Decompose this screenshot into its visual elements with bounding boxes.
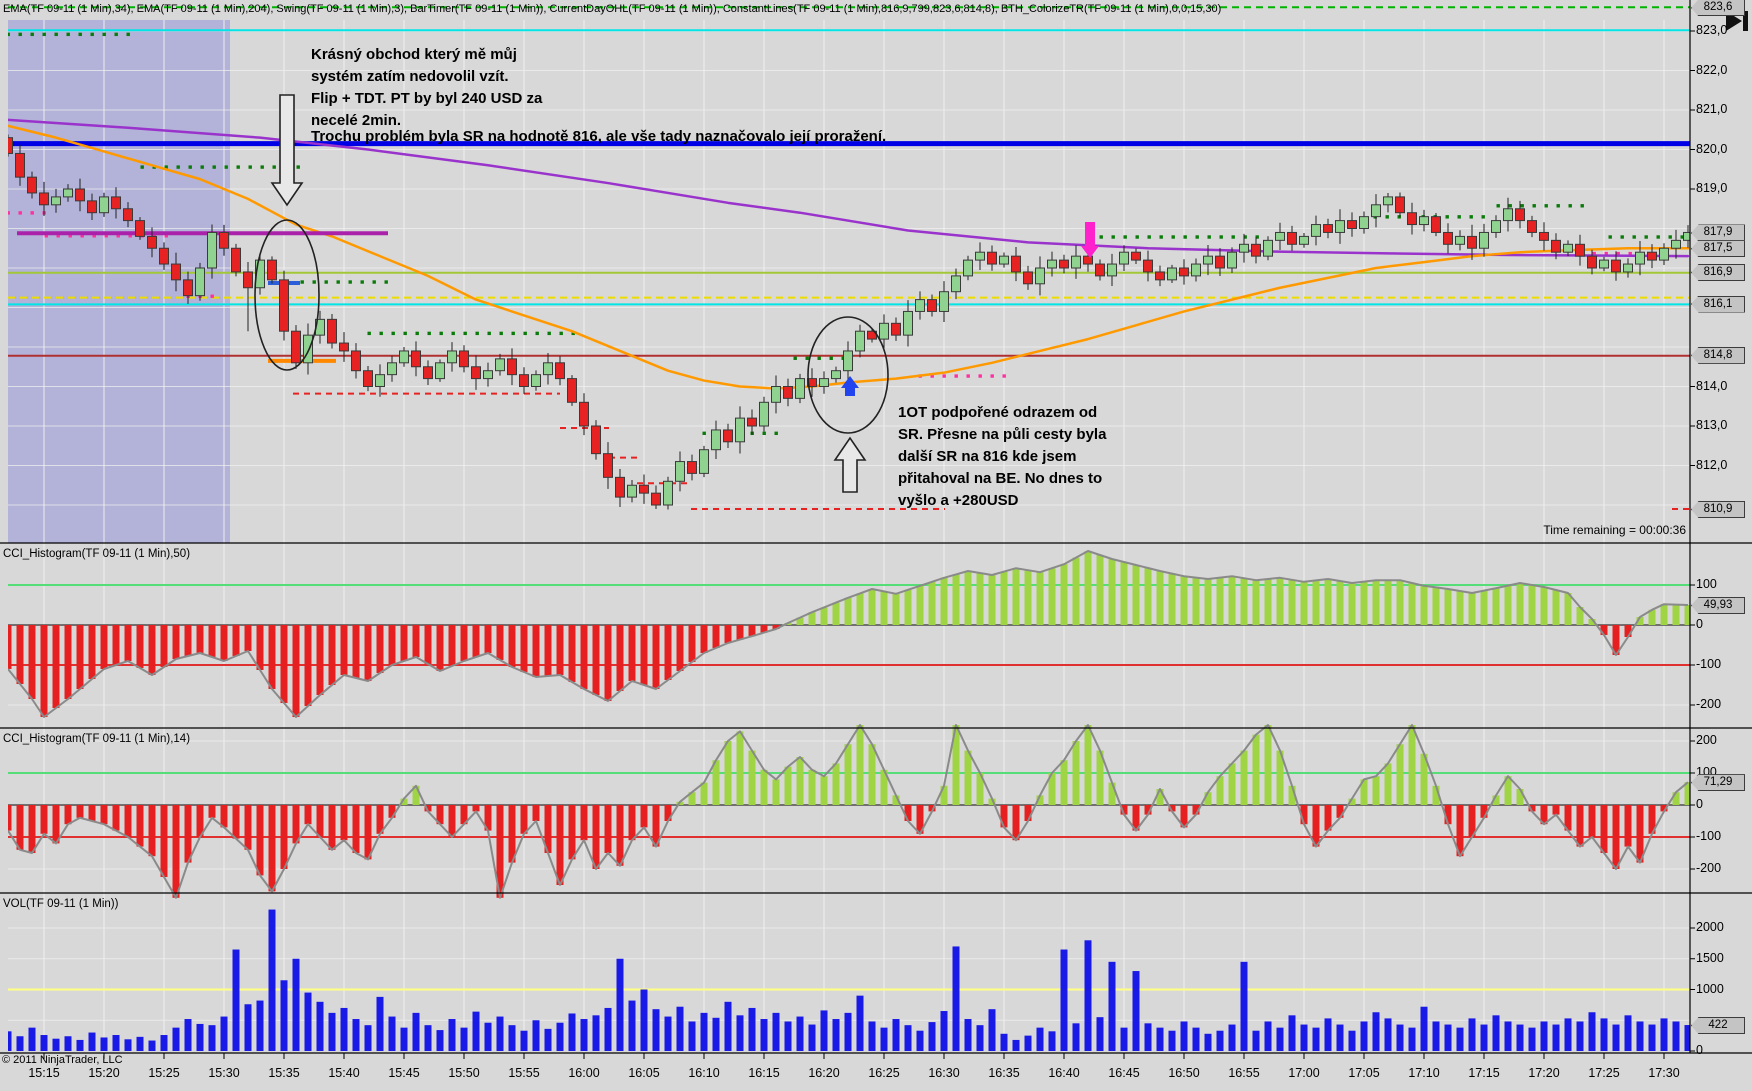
- annotation-line: přitahoval na BE. No dnes to: [898, 470, 1103, 487]
- time-axis-label: 15:15: [28, 1066, 60, 1080]
- price-axis-label: 2000: [1696, 920, 1724, 934]
- price-axis-label: 823,0: [1696, 23, 1728, 37]
- time-axis-label: 16:50: [1168, 1066, 1200, 1080]
- bar-timer-status: Time remaining = 00:00:36: [1543, 523, 1686, 537]
- panel-borders: [0, 0, 1752, 1059]
- price-axis-label: 200: [1696, 733, 1717, 747]
- time-axis-label: 16:35: [988, 1066, 1020, 1080]
- axis-value-tag: 816,9: [1691, 263, 1745, 281]
- axis-value-tag: 814,8: [1691, 346, 1745, 364]
- time-axis-label: 15:40: [328, 1066, 360, 1080]
- cci14-panel-label: CCI_Histogram(TF 09-11 (1 Min),14): [3, 733, 191, 745]
- axis-value-tag: 49,93: [1691, 597, 1745, 615]
- time-axis-label: 17:00: [1288, 1066, 1320, 1080]
- time-axis-label: 16:30: [928, 1066, 960, 1080]
- time-axis-label: 16:05: [628, 1066, 660, 1080]
- annotation-note1: Krásný obchod který mě můj systém zatím …: [311, 44, 542, 132]
- price-axis-label: 0: [1696, 617, 1703, 631]
- price-axis-label: 100: [1696, 577, 1717, 591]
- indicator-header: EMA(TF 09-11 (1 Min),34), EMA(TF 09-11 (…: [3, 3, 1222, 15]
- annotation-line: Krásný obchod který mě můj: [311, 46, 517, 63]
- price-axis-label: 821,0: [1696, 102, 1728, 116]
- time-axis-label: 17:20: [1528, 1066, 1560, 1080]
- time-axis-label: 15:20: [88, 1066, 120, 1080]
- annotation-note2: 1OT podpořené odrazem od SR. Přesne na p…: [898, 402, 1106, 512]
- vol-panel-label: VOL(TF 09-11 (1 Min)): [3, 898, 119, 910]
- time-axis-label: 15:35: [268, 1066, 300, 1080]
- annotation-line: SR. Přesne na půli cesty byla: [898, 426, 1107, 443]
- volume-histogram: [8, 909, 1690, 1051]
- axis-value-tag: 823,6: [1691, 0, 1745, 17]
- time-axis-label: 15:55: [508, 1066, 540, 1080]
- price-axis-label: 822,0: [1696, 62, 1728, 77]
- price-axis-label: 813,0: [1696, 418, 1728, 432]
- price-axis-label: 820,0: [1696, 141, 1728, 156]
- axis-value-tag: 817,5: [1691, 240, 1745, 258]
- time-axis-label: 17:30: [1648, 1066, 1680, 1080]
- time-axis-label: 16:55: [1228, 1066, 1260, 1080]
- annotation-line: 1OT podpořené odrazem od: [898, 404, 1098, 421]
- time-axis-label: 17:10: [1408, 1066, 1440, 1080]
- time-axis-label: 16:25: [868, 1066, 900, 1080]
- chart-canvas[interactable]: [0, 0, 1752, 1091]
- time-axis-label: 16:20: [808, 1066, 840, 1080]
- ninjatrader-chart-window: { "header": { "indicators": "EMA(TF 09-1…: [0, 0, 1752, 1091]
- axis-value-tag: 817,9: [1691, 224, 1745, 242]
- copyright-text: © 2011 NinjaTrader, LLC: [2, 1054, 123, 1066]
- price-axis-label: 814,0: [1696, 378, 1728, 393]
- price-axis-label: 0: [1696, 797, 1703, 811]
- axis-value-tag: 422: [1691, 1017, 1745, 1035]
- price-axis-label: 812,0: [1696, 457, 1728, 472]
- time-axis-label: 16:45: [1108, 1066, 1140, 1080]
- price-axis-label: 0: [1696, 1043, 1703, 1057]
- price-axis-label: -200: [1696, 861, 1722, 875]
- time-axis-label: 16:40: [1048, 1066, 1080, 1080]
- cci50-panel-label: CCI_Histogram(TF 09-11 (1 Min),50): [3, 548, 191, 560]
- time-axis-label: 15:45: [388, 1066, 420, 1080]
- time-axis-label: 17:05: [1348, 1066, 1380, 1080]
- annotation-note1-footer: Trochu problém byla SR na hodnotě 816, a…: [311, 128, 887, 145]
- annotation-line: systém zatím nedovolil vzít.: [311, 68, 509, 85]
- price-axis-label: -100: [1696, 829, 1722, 843]
- time-axis-label: 17:25: [1588, 1066, 1620, 1080]
- support-resistance-lines: [8, 6, 1690, 357]
- axis-value-tag: 810,9: [1691, 500, 1745, 518]
- time-axis-label: 15:30: [208, 1066, 240, 1080]
- time-axis-label: 16:15: [748, 1066, 780, 1080]
- time-axis-label: 15:25: [148, 1066, 180, 1080]
- annotation-line: vyšlo a +280USD: [898, 492, 1019, 509]
- cci14-histogram: [8, 724, 1690, 899]
- annotation-line: další SR na 816 kde jsem: [898, 448, 1077, 465]
- annotation-line: Flip + TDT. PT by byl 240 USD za: [311, 90, 543, 107]
- time-axis-label: 16:00: [568, 1066, 600, 1080]
- time-axis-label: 17:15: [1468, 1066, 1500, 1080]
- time-axis-label: 15:50: [448, 1066, 480, 1080]
- price-axis-label: 1000: [1696, 981, 1724, 996]
- price-axis-label: -200: [1696, 697, 1722, 711]
- axis-value-tag: 71,29: [1691, 774, 1745, 792]
- price-axis-label: 819,0: [1696, 181, 1728, 195]
- price-axis-label: -100: [1696, 657, 1722, 671]
- price-axis-label: 1500: [1696, 950, 1724, 965]
- axis-value-tag: 816,1: [1691, 295, 1745, 313]
- time-axis-label: 16:10: [688, 1066, 720, 1080]
- cci50-histogram: [8, 550, 1690, 718]
- grid-lines: [8, 20, 1690, 1053]
